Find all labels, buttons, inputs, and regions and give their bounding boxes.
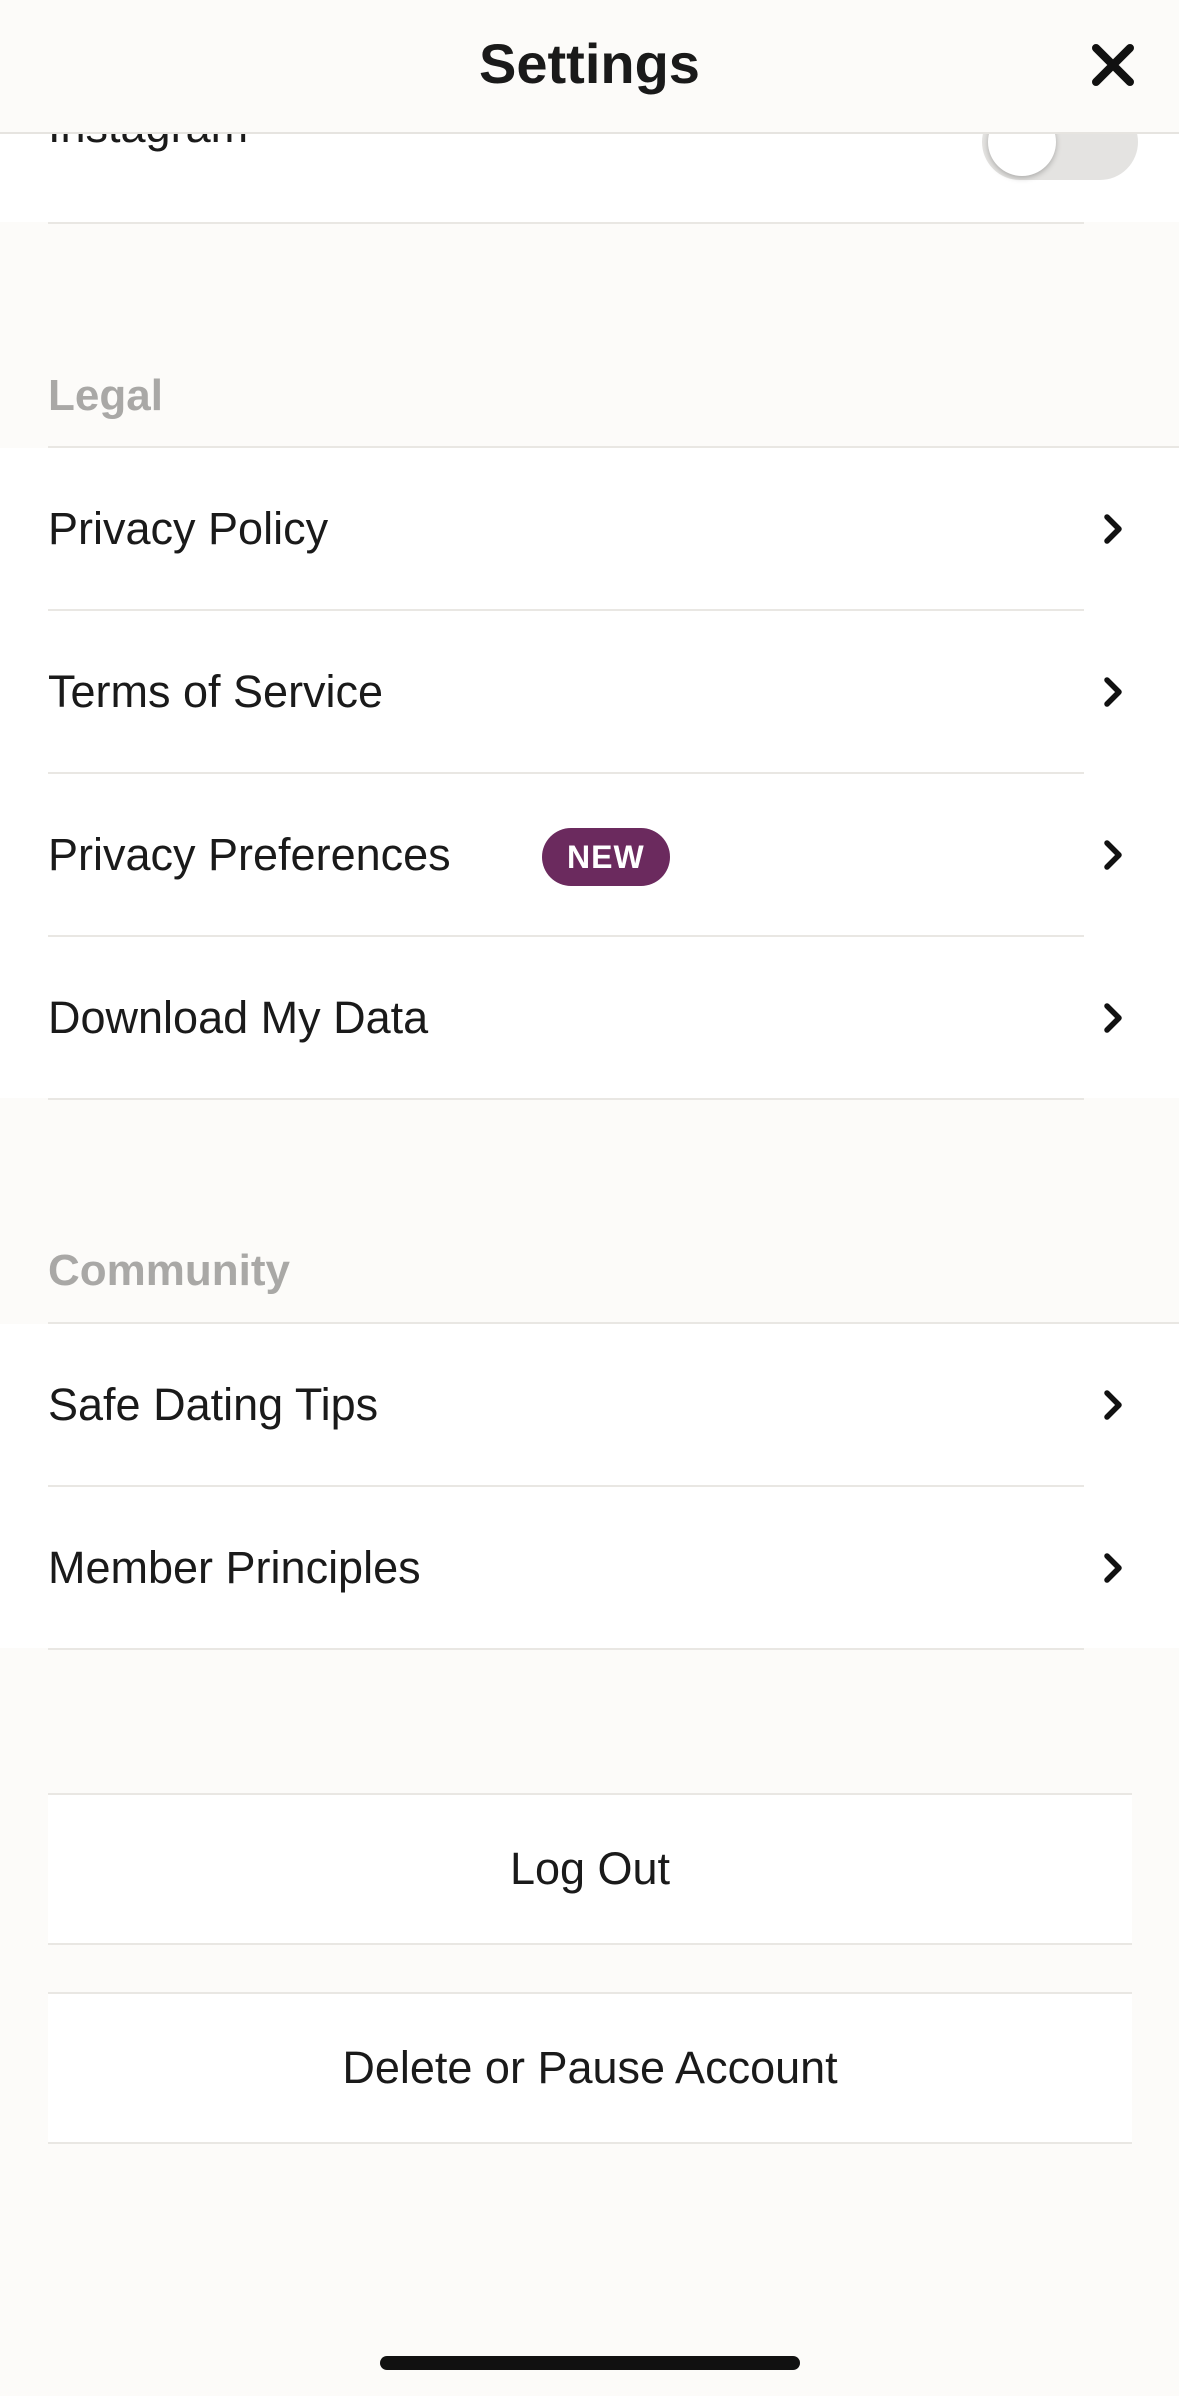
- terms-of-service-row[interactable]: Terms of Service: [48, 611, 1122, 773]
- safe-dating-tips-row[interactable]: Safe Dating Tips: [48, 1324, 1122, 1486]
- log-out-button[interactable]: Log Out: [48, 1793, 1132, 1945]
- chevron-right-icon: [1104, 677, 1122, 707]
- chevron-right-icon: [1104, 1003, 1122, 1033]
- header-bar: Settings: [0, 0, 1179, 134]
- download-my-data-label: Download My Data: [48, 992, 429, 1043]
- download-my-data-row[interactable]: Download My Data: [48, 937, 1122, 1099]
- member-principles-row[interactable]: Member Principles: [48, 1487, 1122, 1649]
- member-principles-label: Member Principles: [48, 1542, 421, 1593]
- close-button[interactable]: [1080, 32, 1146, 98]
- delete-or-pause-account-button[interactable]: Delete or Pause Account: [48, 1992, 1132, 2144]
- chevron-right-icon: [1104, 1390, 1122, 1420]
- safe-dating-tips-label: Safe Dating Tips: [48, 1379, 379, 1430]
- community-section-title: Community: [48, 1246, 290, 1295]
- divider: [48, 222, 1084, 224]
- divider: [48, 1098, 1084, 1100]
- divider: [48, 1648, 1084, 1650]
- chevron-right-icon: [1104, 514, 1122, 544]
- close-icon: [1092, 44, 1134, 86]
- legal-section-title: Legal: [48, 371, 163, 420]
- privacy-preferences-row[interactable]: Privacy Preferences NEW: [48, 774, 1122, 936]
- home-indicator: [380, 2356, 800, 2370]
- terms-of-service-label: Terms of Service: [48, 666, 384, 717]
- page-title: Settings: [479, 32, 700, 95]
- privacy-preferences-label: Privacy Preferences: [48, 829, 451, 880]
- privacy-policy-row[interactable]: Privacy Policy: [48, 448, 1122, 610]
- chevron-right-icon: [1104, 840, 1122, 870]
- new-badge: NEW: [542, 828, 670, 886]
- chevron-right-icon: [1104, 1553, 1122, 1583]
- privacy-policy-label: Privacy Policy: [48, 503, 329, 554]
